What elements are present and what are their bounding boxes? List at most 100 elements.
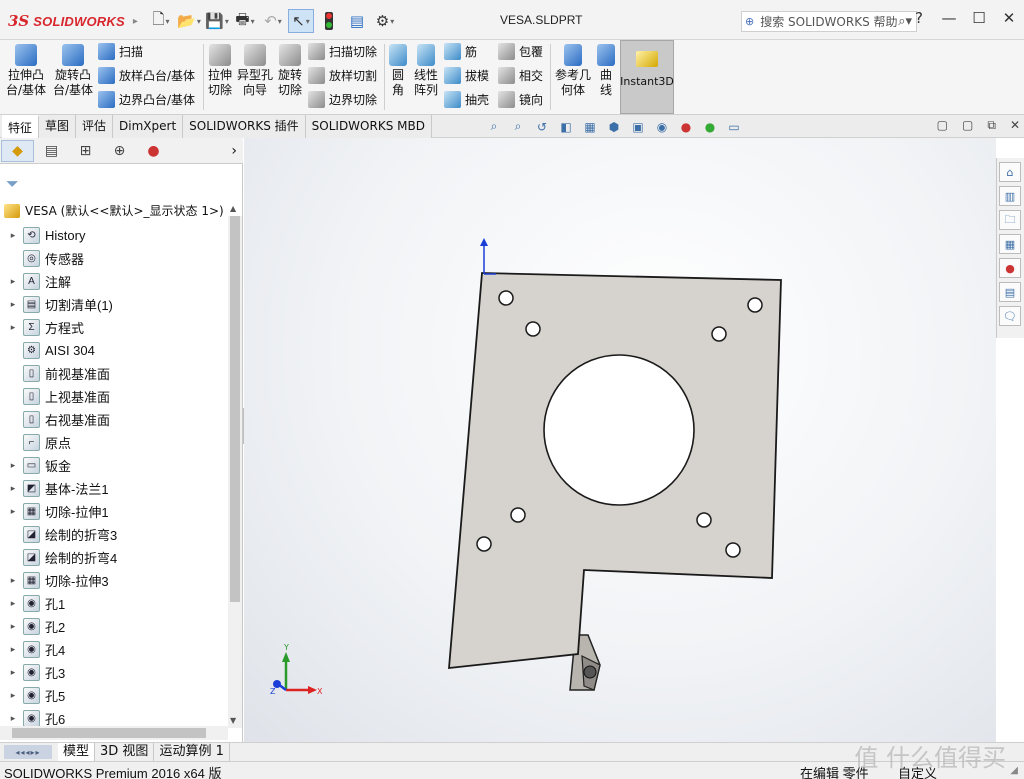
options-gear-icon[interactable]: ⚙ ▾ xyxy=(372,9,398,33)
filter-icon[interactable]: ⏷ xyxy=(6,174,19,194)
select-cursor-icon[interactable]: ↖ ▾ xyxy=(288,9,314,33)
view-orientation-icon[interactable]: ⬢ xyxy=(604,117,624,136)
tab-3d-views[interactable]: 3D 视图 xyxy=(95,743,155,761)
apply-scene-icon[interactable]: ● xyxy=(700,117,720,136)
viewport-close-icon[interactable]: ✕ xyxy=(1010,118,1020,133)
tree-item[interactable]: ▯ 前视基准面 xyxy=(0,362,228,385)
hole[interactable] xyxy=(498,290,514,306)
tree-item[interactable]: ◎ 传感器 xyxy=(0,247,228,270)
expand-arrow-icon[interactable]: ▸ xyxy=(7,621,19,632)
tab-mbd[interactable]: SOLIDWORKS MBD xyxy=(305,115,432,138)
expand-arrow-icon[interactable]: ▸ xyxy=(7,713,19,724)
tab-navigation-arrows-icon[interactable]: ◂◂◂▸▸ xyxy=(4,745,52,759)
hide-show-items-icon[interactable]: ◉ xyxy=(652,117,672,136)
tree-item[interactable]: ▯ 上视基准面 xyxy=(0,385,228,408)
hole[interactable] xyxy=(525,321,541,337)
section-view-icon[interactable]: ◧ xyxy=(556,117,576,136)
tree-root[interactable]: VESA (默认<<默认>_显示状态 1>) xyxy=(4,202,224,219)
close-button[interactable]: ✕ xyxy=(1000,9,1018,27)
zoom-to-fit-icon[interactable]: ⌕ xyxy=(484,117,504,136)
tree-horizontal-scrollbar[interactable] xyxy=(0,726,228,740)
extrude-cut-button[interactable]: 拉伸切除 xyxy=(206,40,234,98)
tree-item[interactable]: ▸ ◩ 基体-法兰1 xyxy=(0,477,228,500)
zoom-to-area-icon[interactable]: ⌕ xyxy=(508,117,528,136)
extrude-boss-button[interactable]: 拉伸凸台/基体 xyxy=(4,40,48,98)
menu-expand-icon[interactable]: ▸ xyxy=(133,16,138,27)
tree-item[interactable]: ▸ ◉ 孔5 xyxy=(0,684,228,707)
lofted-cut-button[interactable]: 放样切割 xyxy=(308,67,377,84)
print-icon[interactable]: 🖶 ▾ xyxy=(232,9,258,33)
display-style-icon[interactable]: ▣ xyxy=(628,117,648,136)
tree-item[interactable]: ▸ ▭ 钣金 xyxy=(0,454,228,477)
solidworks-logo[interactable]: 3S SOLIDWORKS ▸ xyxy=(8,8,138,34)
loft-boss-button[interactable]: 放样凸台/基体 xyxy=(98,67,195,84)
hole[interactable] xyxy=(476,536,492,552)
help-button[interactable]: ? xyxy=(910,9,928,27)
revolve-cut-button[interactable]: 旋转切除 xyxy=(276,40,304,98)
file-explorer-icon[interactable]: 🗀 xyxy=(999,210,1021,230)
tree-item[interactable]: ▯ 右视基准面 xyxy=(0,408,228,431)
solidworks-resources-icon[interactable]: ⌂ xyxy=(999,162,1021,182)
scroll-down-icon[interactable]: ▼ xyxy=(230,716,236,725)
chevron-right-icon[interactable]: › xyxy=(231,143,237,159)
expand-arrow-icon[interactable]: ▸ xyxy=(7,460,19,471)
undo-icon[interactable]: ↶ ▾ xyxy=(260,9,286,33)
tab-dimxpert[interactable]: DimXpert xyxy=(113,115,184,138)
expand-arrow-icon[interactable]: ▸ xyxy=(7,299,19,310)
scroll-thumb[interactable] xyxy=(230,216,240,602)
expand-arrow-icon[interactable]: ▸ xyxy=(7,690,19,701)
boundary-cut-button[interactable]: 边界切除 xyxy=(308,91,377,108)
dimxpert-manager-tab-icon[interactable]: ⊕ xyxy=(103,140,136,162)
rebuild-traffic-light-icon[interactable] xyxy=(316,9,342,33)
tab-addins[interactable]: SOLIDWORKS 插件 xyxy=(183,115,306,138)
tab-features[interactable]: 特征 xyxy=(2,115,40,138)
rib-button[interactable]: 筋 xyxy=(444,43,477,60)
display-manager-tab-icon[interactable]: ● xyxy=(137,140,170,162)
tree-item[interactable]: ▸ ▦ 切除-拉伸3 xyxy=(0,569,228,592)
hole[interactable] xyxy=(696,512,712,528)
tree-item[interactable]: ◪ 绘制的折弯4 xyxy=(0,546,228,569)
help-search-field[interactable]: ⊕ 搜索 SOLIDWORKS 帮助 ⌕▾ xyxy=(741,11,917,32)
new-document-icon[interactable]: 🗋 ▾ xyxy=(148,9,174,33)
save-icon[interactable]: 💾 ▾ xyxy=(204,9,230,33)
tab-motion-study[interactable]: 运动算例 1 xyxy=(154,743,230,761)
reference-geometry-button[interactable]: 参考几何体 xyxy=(554,40,592,98)
tree-item[interactable]: ▸ ⟲ History xyxy=(0,224,228,247)
tree-item[interactable]: ▸ A 注解 xyxy=(0,270,228,293)
instant3d-button[interactable]: Instant3D xyxy=(620,40,674,114)
intersect-button[interactable]: 相交 xyxy=(498,67,543,84)
viewport-minimize-icon[interactable]: ⧉ xyxy=(987,118,996,133)
graphics-area[interactable]: Y X Z xyxy=(244,138,996,742)
wrap-button[interactable]: 包覆 xyxy=(498,43,543,60)
tree-item[interactable]: ▸ ◉ 孔3 xyxy=(0,661,228,684)
scroll-up-icon[interactable]: ▲ xyxy=(230,204,236,213)
view-settings-icon[interactable]: ▭ xyxy=(724,117,744,136)
draft-button[interactable]: 拔模 xyxy=(444,67,489,84)
tree-item[interactable]: ▸ Σ 方程式 xyxy=(0,316,228,339)
hscroll-thumb[interactable] xyxy=(12,728,206,738)
file-properties-icon[interactable]: ▤ xyxy=(344,9,370,33)
expand-arrow-icon[interactable]: ▸ xyxy=(7,322,19,333)
open-document-icon[interactable]: 📂 ▾ xyxy=(176,9,202,33)
property-manager-tab-icon[interactable]: ▤ xyxy=(35,140,68,162)
custom-properties-icon[interactable]: ▤ xyxy=(999,282,1021,302)
hole[interactable] xyxy=(725,542,741,558)
tab-model[interactable]: 模型 xyxy=(58,743,96,761)
expand-arrow-icon[interactable]: ▸ xyxy=(7,644,19,655)
swept-cut-button[interactable]: 扫描切除 xyxy=(308,43,377,60)
expand-arrow-icon[interactable]: ▸ xyxy=(7,667,19,678)
revolve-boss-button[interactable]: 旋转凸台/基体 xyxy=(50,40,96,98)
appearances-icon[interactable]: ● xyxy=(999,258,1021,278)
viewport-restore-icon[interactable]: ▢ xyxy=(937,118,948,133)
expand-arrow-icon[interactable]: ▸ xyxy=(7,598,19,609)
tree-item[interactable]: ⌐ 原点 xyxy=(0,431,228,454)
configuration-manager-tab-icon[interactable]: ⊞ xyxy=(69,140,102,162)
mirror-button[interactable]: 镜向 xyxy=(498,91,543,108)
tree-item[interactable]: ▸ ◉ 孔1 xyxy=(0,592,228,615)
expand-arrow-icon[interactable]: ▸ xyxy=(7,230,19,241)
hole[interactable] xyxy=(510,507,526,523)
viewport-tile-icon[interactable]: ▢ xyxy=(962,118,973,133)
expand-arrow-icon[interactable]: ▸ xyxy=(7,575,19,586)
curves-button[interactable]: 曲线 xyxy=(596,40,616,98)
center-cutout[interactable] xyxy=(543,354,695,506)
